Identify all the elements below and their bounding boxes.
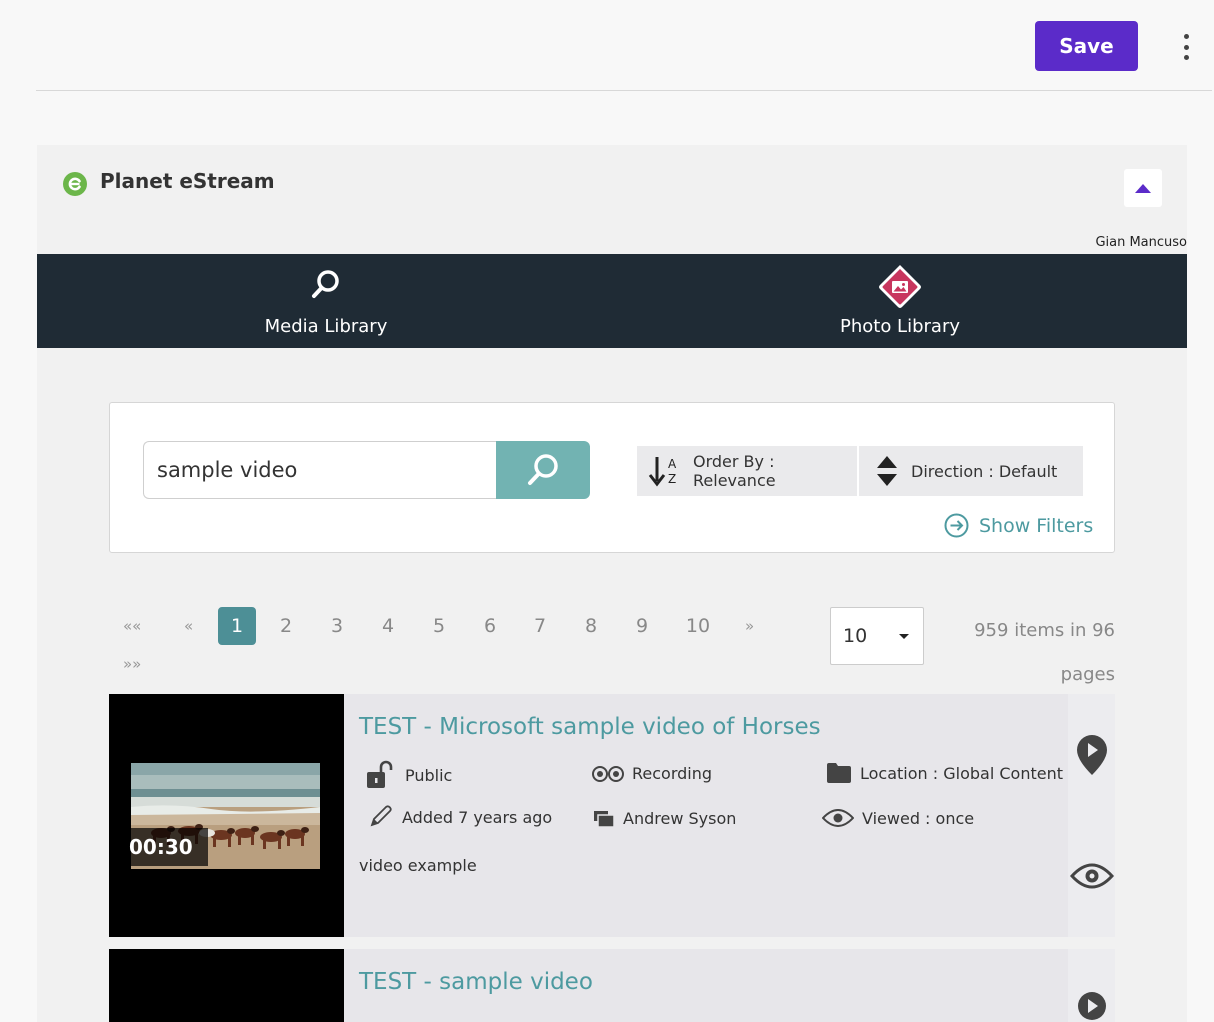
caret-down-icon	[899, 634, 909, 639]
direction-button[interactable]: Direction : Default	[859, 446, 1083, 496]
author-label: Andrew Syson	[623, 809, 737, 828]
video-thumbnail[interactable]	[109, 949, 344, 1022]
search-panel: A Z Order By : Relevance Direction : Def…	[109, 402, 1115, 553]
more-options-icon[interactable]	[1176, 34, 1196, 60]
list-item: TEST - sample video	[109, 949, 1115, 1022]
duration-badge: 00:30	[127, 828, 208, 866]
user-name: Gian Mancuso	[1095, 235, 1187, 250]
svg-text:A: A	[668, 457, 677, 471]
photo-icon	[879, 265, 921, 308]
divider	[36, 90, 1212, 91]
search-icon	[528, 454, 558, 485]
sort-direction-icon	[877, 456, 897, 486]
search-input[interactable]	[143, 441, 497, 499]
pencil-icon	[370, 805, 392, 827]
sort-controls: A Z Order By : Relevance Direction : Def…	[637, 446, 1083, 496]
prev-page-button[interactable]: «	[184, 607, 193, 645]
search-button[interactable]	[496, 441, 590, 499]
meta-viewed: Viewed : once	[822, 808, 974, 828]
library-nav: Media Library Photo Library	[37, 254, 1187, 348]
page-button[interactable]: 3	[327, 607, 347, 645]
direction-label: Direction : Default	[911, 461, 1058, 481]
page-button[interactable]: 6	[480, 607, 500, 645]
added-label: Added 7 years ago	[402, 807, 553, 827]
meta-author: Andrew Syson	[593, 809, 736, 828]
meta-visibility: Public	[365, 760, 452, 790]
result-description: video example	[359, 856, 477, 875]
estream-embed: Gian Mancuso Media Library Photo Library	[37, 231, 1187, 1022]
visibility-label: Public	[405, 765, 453, 785]
unlock-icon	[367, 760, 393, 788]
preview-eye-icon[interactable]	[1069, 862, 1114, 890]
page-button[interactable]: 8	[581, 607, 601, 645]
next-page-button[interactable]: »	[745, 607, 754, 645]
page-button[interactable]: 7	[530, 607, 550, 645]
play-icon[interactable]	[1077, 991, 1107, 1021]
meta-type: Recording	[592, 764, 712, 783]
meta-added: Added 7 years ago	[368, 805, 552, 829]
per-page-value: 10	[843, 625, 868, 647]
video-thumbnail[interactable]: 00:30	[109, 694, 344, 937]
meta-location: Location : Global Content	[826, 762, 1063, 784]
last-page-button[interactable]: »»	[123, 645, 141, 683]
result-title-link[interactable]: TEST - Microsoft sample video of Horses	[359, 714, 821, 740]
planet-estream-block: Planet eStream Gian Mancuso Media Librar…	[37, 145, 1187, 1022]
result-actions	[1068, 694, 1115, 937]
top-toolbar: Save	[0, 0, 1214, 92]
page-button[interactable]: 2	[276, 607, 296, 645]
type-label: Recording	[632, 764, 713, 783]
page-button[interactable]: 9	[632, 607, 652, 645]
per-page-select[interactable]: 10	[830, 607, 924, 665]
items-count-line1: 959 items in 96	[974, 620, 1115, 641]
map-pin-icon[interactable]	[1076, 734, 1108, 776]
result-actions	[1068, 949, 1115, 1022]
search-icon	[312, 270, 339, 298]
show-filters-link[interactable]: Show Filters	[944, 513, 1093, 538]
eye-icon	[822, 809, 854, 827]
show-filters-label: Show Filters	[979, 514, 1094, 537]
result-title-link[interactable]: TEST - sample video	[359, 969, 593, 995]
collapse-button[interactable]	[1124, 169, 1162, 207]
order-by-label: Order By : Relevance	[693, 452, 776, 490]
folder-icon	[827, 763, 851, 783]
page-button[interactable]: 4	[378, 607, 398, 645]
arrow-circle-right-icon	[944, 513, 969, 538]
page-button[interactable]: 1	[218, 607, 256, 645]
user-card-icon	[594, 810, 615, 828]
block-title: Planet eStream	[100, 169, 275, 193]
tab-photo-library-label: Photo Library	[839, 316, 960, 337]
order-by-button[interactable]: A Z Order By : Relevance	[637, 446, 859, 496]
svg-text:Z: Z	[668, 472, 676, 486]
tab-photo-library[interactable]: Photo Library	[800, 254, 1000, 348]
items-count-line2: pages	[1060, 664, 1115, 685]
sort-alpha-icon: A Z	[648, 457, 677, 487]
recording-icon	[592, 765, 624, 782]
caret-up-icon	[1135, 183, 1151, 193]
save-button[interactable]: Save	[1035, 21, 1138, 71]
tab-media-library[interactable]: Media Library	[226, 254, 426, 348]
list-item: 00:30 TEST - Microsoft sample video of H…	[109, 694, 1115, 937]
planet-estream-logo-icon	[63, 172, 87, 196]
location-label: Location : Global Content	[860, 763, 1063, 783]
page-button[interactable]: 5	[429, 607, 449, 645]
page-button[interactable]: 10	[684, 607, 712, 645]
tab-media-library-label: Media Library	[264, 316, 388, 337]
items-count: 959 items in 96 pages	[937, 609, 1115, 697]
block-header: Planet eStream	[37, 145, 1187, 231]
first-page-button[interactable]: ««	[123, 607, 141, 645]
viewed-label: Viewed : once	[862, 808, 975, 828]
